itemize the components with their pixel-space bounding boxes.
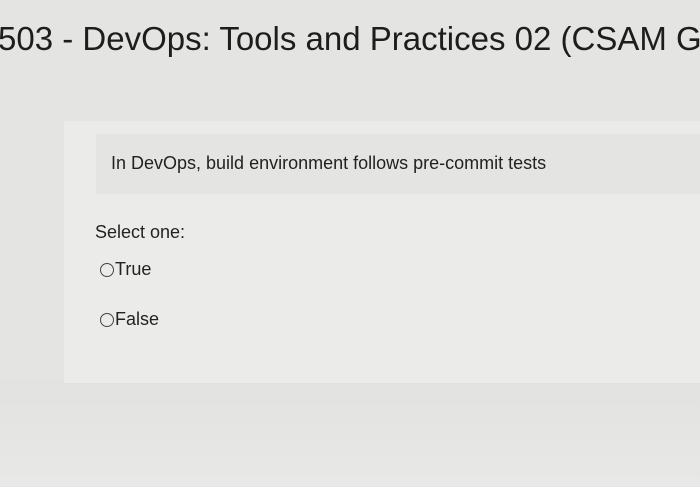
option-false[interactable]: False <box>100 309 159 330</box>
option-true[interactable]: True <box>100 259 151 280</box>
background-area <box>0 380 700 487</box>
option-false-label[interactable]: False <box>115 309 159 330</box>
page-title: 503 - DevOps: Tools and Practices 02 (CS… <box>0 20 700 57</box>
radio-true[interactable] <box>100 262 114 277</box>
radio-false[interactable] <box>100 312 114 327</box>
option-true-label[interactable]: True <box>115 259 151 280</box>
question-text: In DevOps, build environment follows pre… <box>111 153 547 173</box>
select-one-prompt: Select one: <box>95 222 186 242</box>
